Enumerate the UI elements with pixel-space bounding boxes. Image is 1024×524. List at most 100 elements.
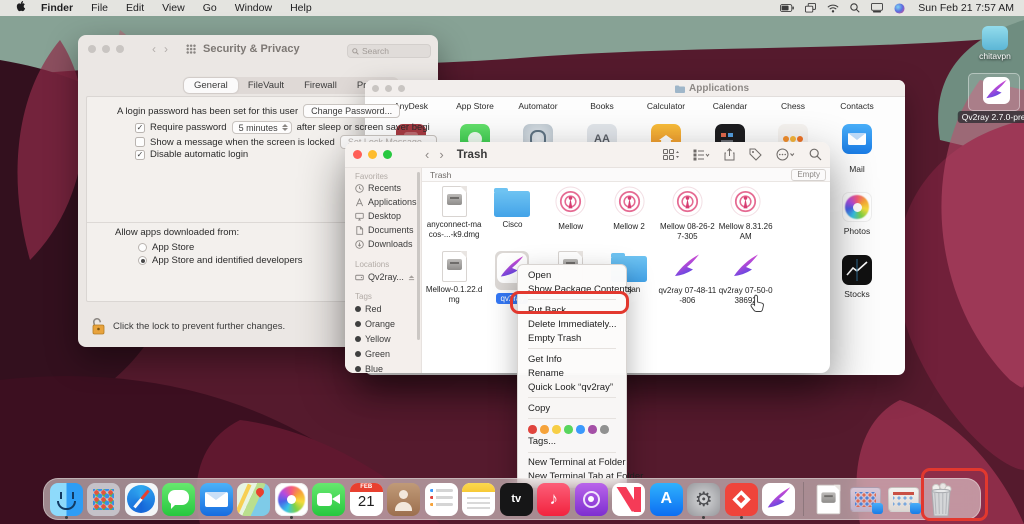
sidebar-tag-blue[interactable]: Blue [355, 364, 383, 373]
zoom-button[interactable] [383, 150, 392, 159]
menu-item-rename[interactable]: Rename [518, 366, 626, 380]
display-icon[interactable] [871, 3, 883, 13]
tag-color-blue[interactable] [576, 425, 585, 434]
tag-color-gray[interactable] [600, 425, 609, 434]
sidebar-scrollbar[interactable] [417, 172, 420, 340]
share-icon[interactable] [724, 148, 735, 161]
close-button[interactable] [88, 45, 96, 53]
dock-icon-finder[interactable] [49, 479, 84, 519]
search-icon[interactable] [809, 148, 822, 161]
dock-icon-notes[interactable] [462, 479, 497, 519]
tag-color-orange[interactable] [540, 425, 549, 434]
menu-view[interactable]: View [153, 0, 194, 16]
dock-icon-app-store[interactable]: A [649, 479, 684, 519]
file-cisco-folder[interactable]: Cisco [483, 186, 541, 241]
tag-color-red[interactable] [528, 425, 537, 434]
eject-icon[interactable] [408, 274, 415, 281]
zoom-button[interactable] [398, 85, 405, 92]
group-by-icon[interactable] [693, 149, 710, 161]
applications-titlebar[interactable]: Applications [365, 80, 905, 97]
tab-general[interactable]: General [184, 78, 238, 93]
sidebar-tag-orange[interactable]: Orange [355, 319, 395, 329]
radio-circle-selected[interactable] [138, 256, 147, 265]
desktop-icon-chitavpn[interactable] [982, 26, 1008, 50]
dock-icon-system-preferences[interactable]: ⚙ [687, 479, 722, 519]
zoom-button[interactable] [116, 45, 124, 53]
dock-icon-podcasts[interactable] [574, 479, 609, 519]
file-mellow[interactable]: Mellow [542, 186, 600, 241]
dock-icon-reminders[interactable] [424, 479, 459, 519]
sidebar-tag-yellow[interactable]: Yellow [355, 334, 391, 344]
search-field[interactable]: Search [347, 44, 431, 58]
close-button[interactable] [353, 150, 362, 159]
app-icon-stocks[interactable] [842, 255, 872, 285]
forward-button[interactable]: › [160, 43, 172, 55]
menu-go[interactable]: Go [194, 0, 226, 16]
app-icon-mail[interactable] [842, 124, 872, 154]
tab-firewall[interactable]: Firewall [294, 78, 347, 93]
sidebar-item-downloads[interactable]: Downloads [355, 239, 413, 249]
trash-toolbar[interactable]: ‹ › Trash [345, 142, 830, 168]
radio-circle[interactable] [138, 243, 147, 252]
menu-item-empty-trash[interactable]: Empty Trash [518, 331, 626, 345]
menu-edit[interactable]: Edit [117, 0, 153, 16]
menu-item-tags[interactable]: Tags... [518, 435, 626, 449]
menu-bar-clock[interactable]: Sun Feb 21 7:57 AM [916, 2, 1014, 14]
file-mellow-2[interactable]: Mellow 2 [600, 186, 658, 241]
dock-icon-messages[interactable] [162, 479, 197, 519]
menu-item-get-info[interactable]: Get Info [518, 352, 626, 366]
sidebar-tag-green[interactable]: Green [355, 349, 390, 359]
dock-icon-tv[interactable]: tv [499, 479, 534, 519]
menu-file[interactable]: File [82, 0, 117, 16]
wifi-icon[interactable] [827, 4, 839, 13]
menu-help[interactable]: Help [281, 0, 321, 16]
radio-identified-developers[interactable]: App Store and identified developers [138, 255, 303, 266]
close-button[interactable] [372, 85, 379, 92]
dock-icon-qv2ray[interactable] [762, 479, 797, 519]
empty-trash-button[interactable]: Empty [791, 169, 826, 181]
menu-item-new-terminal[interactable]: New Terminal at Folder [518, 456, 626, 470]
sidebar-item-desktop[interactable]: Desktop [355, 211, 401, 221]
dock-icon-facetime[interactable] [312, 479, 347, 519]
siri-icon[interactable] [894, 3, 905, 14]
desktop-icon-qv2ray[interactable] [983, 77, 1010, 104]
back-button[interactable]: ‹ [420, 148, 434, 161]
forward-button[interactable]: › [434, 148, 448, 161]
dock-icon-maps[interactable] [237, 479, 272, 519]
sidebar-item-qv2ray-disk[interactable]: Qv2ray... [355, 272, 415, 282]
minimize-button[interactable] [102, 45, 110, 53]
dock-icon-dmg-document[interactable] [811, 479, 846, 519]
file-mellow-831[interactable]: Mellow 8.31.26 AM [716, 186, 774, 241]
dock-icon-contacts[interactable] [387, 479, 422, 519]
dock-icon-photos[interactable] [274, 479, 309, 519]
tag-icon[interactable] [749, 148, 762, 161]
unlocked-padlock-icon[interactable] [92, 318, 105, 335]
change-password-button[interactable]: Change Password... [303, 104, 400, 118]
sidebar-item-recents[interactable]: Recents [355, 183, 401, 193]
dock-minimized-window-2[interactable] [886, 479, 921, 519]
dock-icon-music[interactable]: ♪ [537, 479, 572, 519]
disable-auto-login-checkbox[interactable]: ✓ [135, 150, 145, 160]
dock-minimized-window-1[interactable] [849, 479, 884, 519]
menu-item-open[interactable]: Open [518, 268, 626, 282]
battery-icon[interactable] [780, 4, 794, 12]
dock-icon-launchpad[interactable] [87, 479, 122, 519]
require-password-checkbox[interactable]: ✓ [135, 123, 145, 133]
dock-icon-calendar[interactable]: FEB21 [349, 479, 384, 519]
more-actions-icon[interactable] [776, 148, 795, 161]
file-mellow-dmg[interactable]: Mellow-0.1.22.dmg [425, 251, 483, 305]
sidebar-tag-red[interactable]: Red [355, 304, 382, 314]
app-icon-photos[interactable] [842, 192, 872, 222]
menu-finder[interactable]: Finder [32, 0, 82, 16]
file-mellow-08-26[interactable]: Mellow 08-26-27-305 [658, 186, 716, 241]
minimize-button[interactable] [368, 150, 377, 159]
dock-icon-mail[interactable] [199, 479, 234, 519]
security-titlebar[interactable]: ‹ › Security & Privacy Search [78, 35, 438, 62]
tab-filevault[interactable]: FileVault [238, 78, 294, 93]
tag-color-green[interactable] [564, 425, 573, 434]
file-anyconnect-dmg[interactable]: anyconnect-macos-...-k9.dmg [425, 186, 483, 241]
menu-item-delete-immediately[interactable]: Delete Immediately... [518, 317, 626, 331]
minimize-button[interactable] [385, 85, 392, 92]
show-all-icon[interactable] [186, 44, 196, 54]
dock-icon-safari[interactable] [124, 479, 159, 519]
